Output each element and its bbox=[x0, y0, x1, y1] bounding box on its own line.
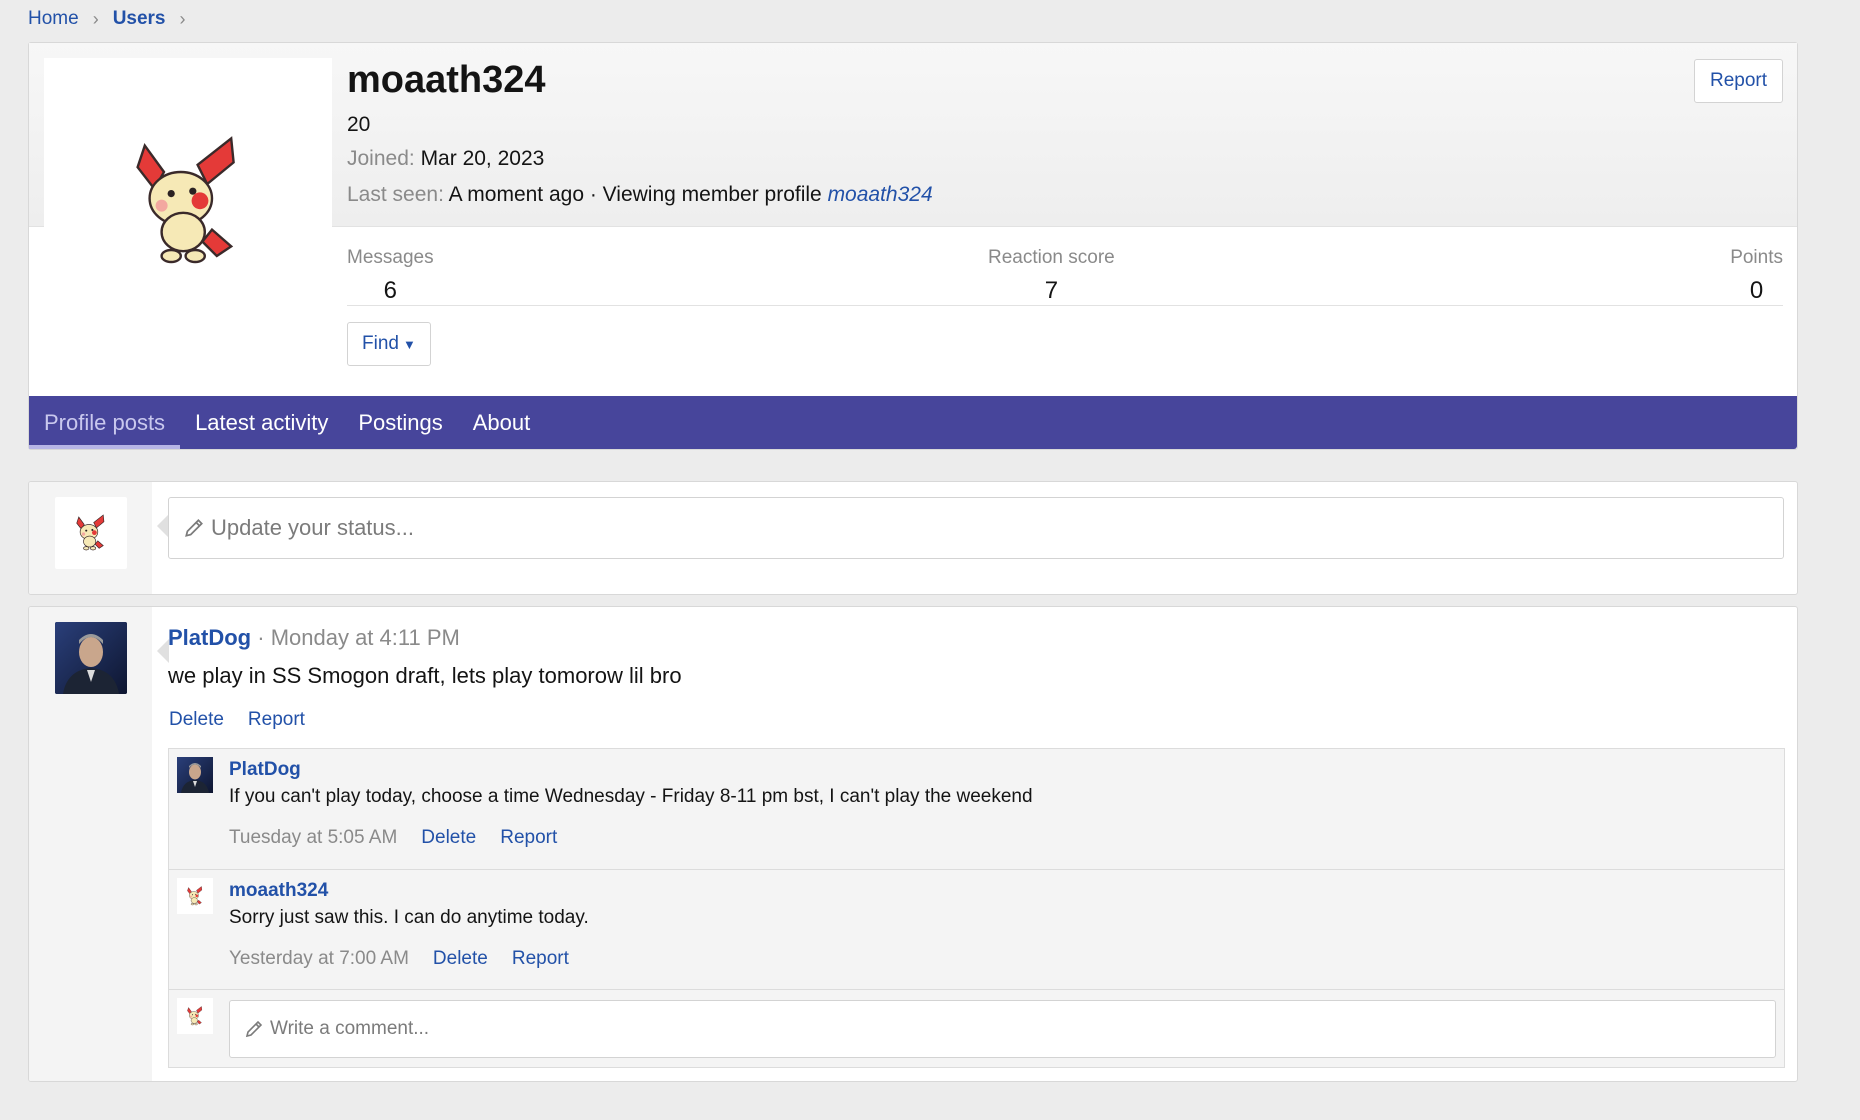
user-title: 20 bbox=[347, 113, 371, 136]
last-seen-profile-link[interactable]: moaath324 bbox=[828, 183, 933, 206]
person-avatar-icon bbox=[177, 757, 213, 793]
last-seen-line: Last seen: A moment ago · Viewing member… bbox=[347, 183, 933, 207]
joined-line: Joined: Mar 20, 2023 bbox=[347, 147, 544, 171]
stat-messages: Messages 6 bbox=[347, 247, 434, 305]
post-timestamp[interactable]: · Monday at 4:11 PM bbox=[257, 625, 460, 650]
comment-placeholder: Write a comment... bbox=[270, 1018, 430, 1039]
post-header: PlatDog · Monday at 4:11 PM bbox=[168, 625, 460, 651]
post-author-link[interactable]: PlatDog bbox=[168, 625, 251, 650]
delete-comment-link[interactable]: Delete bbox=[433, 948, 488, 970]
status-placeholder: Update your status... bbox=[211, 515, 414, 540]
last-seen-label: Last seen: bbox=[347, 183, 444, 206]
tab-postings[interactable]: Postings bbox=[343, 396, 457, 449]
post-body: we play in SS Smogon draft, lets play to… bbox=[168, 663, 682, 688]
comment-item: PlatDog If you can't play today, choose … bbox=[169, 749, 1784, 870]
post-actions: Delete Report bbox=[169, 709, 305, 731]
delete-post-link[interactable]: Delete bbox=[169, 709, 224, 731]
find-label: Find bbox=[362, 333, 399, 354]
write-comment-input[interactable]: Write a comment... bbox=[229, 1000, 1776, 1058]
breadcrumb-home[interactable]: Home bbox=[28, 8, 79, 30]
tab-latest-activity[interactable]: Latest activity bbox=[180, 396, 343, 449]
avatar[interactable] bbox=[177, 878, 213, 914]
comment-meta: Yesterday at 7:00 AM Delete Report bbox=[229, 948, 569, 970]
comment-timestamp[interactable]: Tuesday at 5:05 AM bbox=[229, 827, 397, 849]
profile-tabs: Profile posts Latest activity Postings A… bbox=[29, 396, 1797, 449]
avatar[interactable] bbox=[177, 998, 213, 1034]
plusle-sprite-avatar-icon bbox=[128, 136, 248, 268]
stat-reaction-value[interactable]: 7 bbox=[988, 277, 1115, 305]
person-avatar-icon bbox=[55, 622, 127, 694]
comments-list: PlatDog If you can't play today, choose … bbox=[168, 748, 1785, 1068]
comment-body: If you can't play today, choose a time W… bbox=[229, 786, 1033, 807]
status-input[interactable]: Update your status... bbox=[168, 497, 1784, 559]
report-comment-link[interactable]: Report bbox=[512, 948, 569, 970]
stat-reaction-score: Reaction score 7 bbox=[988, 247, 1115, 305]
breadcrumb-users[interactable]: Users bbox=[113, 8, 166, 30]
avatar[interactable] bbox=[44, 58, 332, 346]
comment-author-link[interactable]: PlatDog bbox=[229, 759, 301, 781]
avatar[interactable] bbox=[177, 757, 213, 793]
comment-timestamp[interactable]: Yesterday at 7:00 AM bbox=[229, 948, 409, 970]
stat-reaction-label: Reaction score bbox=[988, 247, 1115, 268]
delete-comment-link[interactable]: Delete bbox=[421, 827, 476, 849]
caret-down-icon: ▼ bbox=[402, 336, 416, 352]
report-comment-link[interactable]: Report bbox=[500, 827, 557, 849]
plusle-sprite-avatar-icon bbox=[74, 514, 108, 552]
joined-value: Mar 20, 2023 bbox=[420, 147, 545, 170]
avatar[interactable] bbox=[55, 497, 127, 569]
plusle-sprite-avatar-icon bbox=[186, 886, 204, 906]
stats-divider bbox=[347, 305, 1783, 306]
member-profile-card: moaath324 20 Joined: Mar 20, 2023 Last s… bbox=[28, 42, 1798, 450]
report-member-button[interactable]: Report bbox=[1693, 59, 1783, 103]
comment-author-link[interactable]: moaath324 bbox=[229, 880, 328, 902]
last-seen-value: A moment ago · Viewing member profile bbox=[448, 183, 822, 206]
pencil-icon bbox=[244, 1019, 264, 1039]
comment-body: Sorry just saw this. I can do anytime to… bbox=[229, 907, 589, 928]
avatar[interactable] bbox=[55, 622, 127, 694]
plusle-sprite-avatar-icon bbox=[186, 1006, 204, 1026]
stat-points-label: Points bbox=[1730, 247, 1783, 268]
profile-username: moaath324 bbox=[347, 59, 546, 101]
profile-post: PlatDog · Monday at 4:11 PM we play in S… bbox=[28, 606, 1798, 1082]
status-update-block: Update your status... bbox=[28, 481, 1798, 595]
chevron-right-icon: › bbox=[92, 8, 99, 29]
stat-points: Points 0 bbox=[1730, 247, 1783, 305]
joined-label: Joined: bbox=[347, 147, 415, 170]
report-post-link[interactable]: Report bbox=[248, 709, 305, 731]
breadcrumb: Home › Users › bbox=[28, 8, 200, 30]
write-comment-row: Write a comment... bbox=[169, 990, 1784, 1069]
chevron-right-icon: › bbox=[179, 8, 186, 29]
comment-meta: Tuesday at 5:05 AM Delete Report bbox=[229, 827, 557, 849]
stat-points-value[interactable]: 0 bbox=[1730, 277, 1783, 305]
stat-messages-label: Messages bbox=[347, 247, 434, 268]
comment-item: moaath324 Sorry just saw this. I can do … bbox=[169, 870, 1784, 990]
find-dropdown-button[interactable]: Find ▼ bbox=[347, 322, 431, 366]
tab-profile-posts[interactable]: Profile posts bbox=[29, 396, 181, 449]
pencil-icon bbox=[183, 517, 205, 539]
member-stats: Messages 6 Reaction score 7 Points 0 Fin… bbox=[347, 227, 1783, 366]
stat-messages-value[interactable]: 6 bbox=[347, 277, 434, 305]
tab-about[interactable]: About bbox=[458, 396, 546, 449]
